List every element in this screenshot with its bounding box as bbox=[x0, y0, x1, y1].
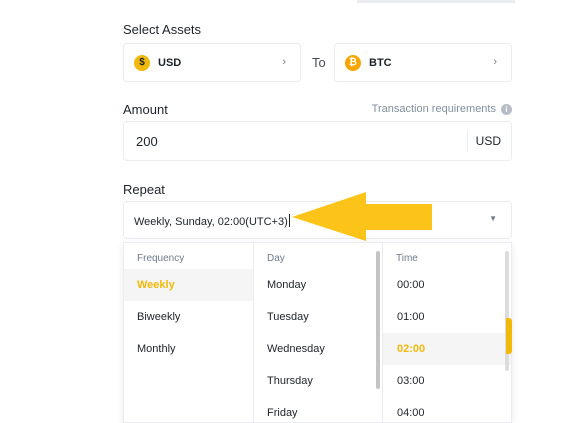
amount-value[interactable]: 200 bbox=[136, 134, 158, 149]
btc-coin-icon: ₿ bbox=[345, 54, 361, 71]
time-column: Time 00:00 01:00 02:00 03:00 04:00 bbox=[382, 243, 511, 422]
repeat-value[interactable]: Weekly, Sunday, 02:00(UTC+3) bbox=[134, 214, 290, 228]
frequency-option-monthly[interactable]: Monthly bbox=[124, 333, 253, 365]
chevron-right-icon: › bbox=[282, 56, 286, 68]
time-option-0200[interactable]: 02:00 bbox=[383, 333, 511, 365]
usd-coin-icon: $ bbox=[134, 54, 150, 71]
repeat-label: Repeat bbox=[123, 182, 165, 197]
transaction-requirements-text[interactable]: Transaction requirements bbox=[372, 103, 496, 115]
day-column-scrollbar[interactable] bbox=[376, 251, 380, 389]
from-asset-selector[interactable]: $ USD › bbox=[123, 43, 301, 82]
to-asset-code: BTC bbox=[369, 56, 392, 69]
repeat-value-text: Weekly, Sunday, 02:00(UTC+3) bbox=[134, 216, 288, 228]
info-icon[interactable]: i bbox=[501, 103, 512, 115]
day-option-thursday[interactable]: Thursday bbox=[254, 365, 382, 397]
day-header: Day bbox=[267, 253, 285, 264]
frequency-option-biweekly[interactable]: Biweekly bbox=[124, 301, 253, 333]
amount-divider bbox=[467, 130, 468, 152]
select-assets-label: Select Assets bbox=[123, 22, 202, 37]
background-button-edge bbox=[506, 318, 512, 354]
chevron-right-icon: › bbox=[493, 56, 497, 68]
chevron-down-icon[interactable]: ▼ bbox=[489, 214, 497, 223]
amount-input[interactable]: 200 USD bbox=[123, 121, 512, 161]
annotation-arrow-icon bbox=[292, 192, 432, 241]
amount-unit: USD bbox=[475, 134, 501, 148]
time-header: Time bbox=[396, 253, 418, 264]
time-option-0300[interactable]: 03:00 bbox=[383, 365, 511, 397]
frequency-column: Frequency Weekly Biweekly Monthly bbox=[124, 243, 253, 422]
frequency-option-weekly[interactable]: Weekly bbox=[124, 269, 253, 301]
day-option-tuesday[interactable]: Tuesday bbox=[254, 301, 382, 333]
repeat-dropdown-panel: Frequency Weekly Biweekly Monthly Day Mo… bbox=[123, 242, 512, 423]
day-option-friday[interactable]: Friday bbox=[254, 397, 382, 422]
time-option-0100[interactable]: 01:00 bbox=[383, 301, 511, 333]
time-option-0400[interactable]: 04:00 bbox=[383, 397, 511, 422]
amount-label: Amount bbox=[123, 102, 168, 117]
time-option-0000[interactable]: 00:00 bbox=[383, 269, 511, 301]
day-option-wednesday[interactable]: Wednesday bbox=[254, 333, 382, 365]
day-column: Day Monday Tuesday Wednesday Thursday Fr… bbox=[253, 243, 382, 422]
transaction-requirements-link[interactable]: Transaction requirements i bbox=[372, 103, 512, 115]
from-asset-code: USD bbox=[158, 56, 182, 69]
frequency-header: Frequency bbox=[137, 253, 185, 264]
to-asset-selector[interactable]: ₿ BTC › bbox=[334, 43, 512, 82]
top-strip-divider bbox=[357, 0, 515, 3]
day-option-monday[interactable]: Monday bbox=[254, 269, 382, 301]
to-connector-label: To bbox=[312, 55, 326, 70]
